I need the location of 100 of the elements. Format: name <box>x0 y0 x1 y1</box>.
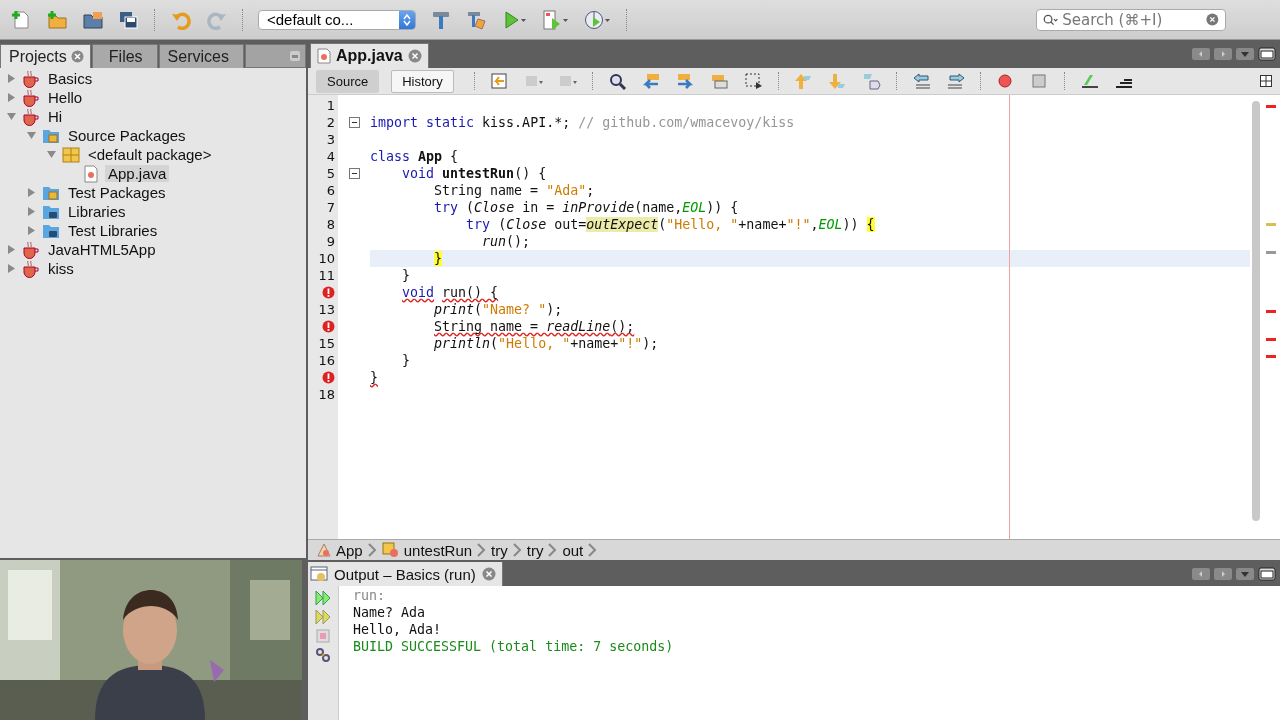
line-number: 3 <box>326 132 335 147</box>
output-tab[interactable]: Output – Basics (run) <box>308 562 503 586</box>
error-marker[interactable] <box>1266 338 1276 341</box>
tree-item[interactable]: Libraries <box>65 203 129 220</box>
tree-item[interactable]: Source Packages <box>65 127 189 144</box>
maximize-icon[interactable] <box>1258 47 1276 61</box>
settings-icon[interactable] <box>315 647 331 663</box>
panel-tab[interactable]: Projects <box>0 44 91 68</box>
tree-item[interactable]: App.java <box>105 165 170 182</box>
breadcrumb-item[interactable]: untestRun <box>403 541 473 559</box>
panel-tab[interactable]: Services <box>158 44 244 68</box>
code-line: void untestRun() { <box>401 166 547 181</box>
package-icon <box>61 144 81 165</box>
profile-icon[interactable] <box>584 8 612 31</box>
run-icon[interactable] <box>502 8 528 31</box>
new-project-icon[interactable] <box>46 8 68 31</box>
highlight-icon[interactable] <box>709 72 730 90</box>
rerun-options-icon[interactable] <box>315 609 331 625</box>
collapse-icon[interactable] <box>348 117 360 128</box>
expand-arrow-icon[interactable] <box>6 73 17 84</box>
new-file-icon[interactable] <box>10 8 32 31</box>
debug-icon[interactable] <box>542 8 570 31</box>
code-line: try (Close out=outExpect("Hello, "+name+"!",EOL)) { <box>465 217 875 232</box>
line-number: 2 <box>326 115 335 130</box>
configuration-dropdown[interactable]: <default co... <box>258 9 416 30</box>
caret-marker[interactable] <box>1266 251 1276 254</box>
shift-left-icon[interactable] <box>911 72 932 90</box>
dropdown-icon[interactable] <box>1236 568 1254 580</box>
tree-item[interactable]: kiss <box>45 260 77 277</box>
tree-item[interactable]: JavaHTML5App <box>45 241 159 258</box>
error-marker[interactable] <box>1266 310 1276 313</box>
expand-arrow-icon[interactable] <box>6 244 17 255</box>
line-number: 1 <box>326 98 335 113</box>
line-number: 16 <box>318 353 335 368</box>
warning-marker[interactable] <box>1266 223 1276 226</box>
previous-bookmark-icon[interactable] <box>793 72 814 90</box>
scroll-right-icon[interactable] <box>1214 48 1232 60</box>
expand-arrow-icon[interactable] <box>6 92 17 103</box>
comment-icon[interactable] <box>1079 72 1100 90</box>
output-line: Name? Ada <box>353 605 426 620</box>
collapse-icon[interactable] <box>348 168 360 179</box>
close-icon[interactable] <box>481 567 496 581</box>
code-line: } <box>401 353 411 368</box>
method-icon <box>381 542 400 558</box>
code-line: print("Name? "); <box>433 302 563 317</box>
collapse-arrow-icon[interactable] <box>46 149 57 160</box>
selection-icon[interactable] <box>743 72 764 90</box>
maximize-icon[interactable] <box>1258 567 1276 581</box>
expand-arrow-icon[interactable] <box>6 263 17 274</box>
scroll-left-icon[interactable] <box>1192 568 1210 580</box>
code-line: run(); <box>481 234 531 249</box>
dropdown-icon[interactable] <box>1236 48 1254 60</box>
tree-item[interactable]: <default package> <box>85 146 215 163</box>
code-line: void run() { <box>401 285 499 300</box>
coffee-cup-icon <box>21 239 41 260</box>
expand-arrow-icon[interactable] <box>26 187 37 198</box>
next-bookmark-icon[interactable] <box>827 72 848 90</box>
expand-arrow-icon[interactable] <box>26 225 37 236</box>
toggle-bookmark-icon[interactable] <box>861 72 882 90</box>
scroll-right-icon[interactable] <box>1214 568 1232 580</box>
chevron-icon <box>547 543 558 557</box>
find-previous-icon[interactable] <box>641 72 662 90</box>
close-icon[interactable] <box>407 49 422 63</box>
tree-item[interactable]: Test Packages <box>65 184 169 201</box>
minimize-icon[interactable] <box>289 50 301 62</box>
code-line: } <box>370 370 378 385</box>
breadcrumb-item[interactable]: App <box>336 541 363 559</box>
collapse-arrow-icon[interactable] <box>26 130 37 141</box>
tree-item[interactable]: Test Libraries <box>65 222 161 239</box>
breadcrumb-item[interactable]: out <box>562 541 584 559</box>
split-icon[interactable] <box>1260 75 1272 87</box>
panel-tab[interactable]: Files <box>91 44 158 68</box>
scrollbar[interactable] <box>1252 101 1260 521</box>
editor-tab[interactable]: App.java <box>310 43 429 68</box>
shift-right-icon[interactable] <box>945 72 966 90</box>
code-line: import static kiss.API.*; // github.com/wmacevoy/kiss <box>370 115 795 130</box>
expand-arrow-icon[interactable] <box>26 206 37 217</box>
code-line: String name = "Ada"; <box>433 183 595 198</box>
code-line: String name = readLine(); <box>433 319 635 334</box>
tree-item[interactable]: Hi <box>45 108 66 125</box>
error-marker[interactable] <box>1266 105 1276 108</box>
tree-item[interactable]: Basics <box>45 70 96 87</box>
stepper-icon[interactable] <box>402 12 412 27</box>
last-edit-icon[interactable] <box>489 72 510 90</box>
view-tab[interactable]: History <box>391 69 454 93</box>
breadcrumb-item[interactable]: try <box>491 541 508 559</box>
clear-icon[interactable] <box>1206 12 1219 27</box>
line-number: 9 <box>326 234 335 249</box>
breadcrumb-item[interactable]: try <box>526 541 544 559</box>
find-icon[interactable] <box>607 72 628 90</box>
code-line: } <box>401 268 411 283</box>
tree-item[interactable]: Hello <box>45 89 86 106</box>
close-icon[interactable] <box>70 50 84 63</box>
error-marker[interactable] <box>1266 355 1276 358</box>
rerun-icon[interactable] <box>315 590 331 606</box>
line-number: 18 <box>318 387 335 402</box>
search-field[interactable]: Search (⌘+I) <box>1036 8 1226 31</box>
collapse-arrow-icon[interactable] <box>6 111 17 122</box>
scroll-left-icon[interactable] <box>1192 48 1210 60</box>
view-tab[interactable]: Source <box>316 69 380 93</box>
